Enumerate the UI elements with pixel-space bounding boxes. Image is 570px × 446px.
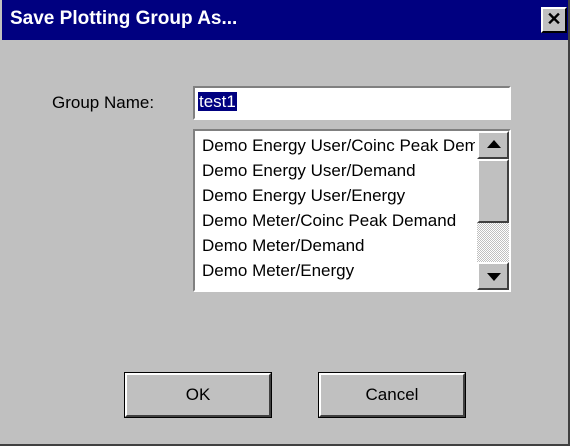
group-list: Demo Energy User/Coinc Peak Demand Demo …	[195, 133, 475, 290]
vertical-scrollbar[interactable]	[477, 131, 509, 290]
scroll-down-button[interactable]	[477, 262, 509, 290]
arrow-up-icon	[487, 140, 501, 148]
cancel-button[interactable]: Cancel	[319, 373, 465, 417]
scroll-thumb[interactable]	[477, 159, 509, 223]
list-item[interactable]: Demo Energy User/Demand	[195, 158, 475, 183]
group-name-input[interactable]: test1	[193, 86, 511, 120]
list-item[interactable]: Demo Meter/Coinc Peak Demand	[195, 208, 475, 233]
group-name-value: test1	[198, 92, 237, 111]
arrow-down-icon	[487, 273, 501, 281]
scroll-up-button[interactable]	[477, 131, 509, 159]
list-item[interactable]: Demo Meter/Demand	[195, 233, 475, 258]
save-plotting-group-dialog: Save Plotting Group As... ✕ Group Name: …	[0, 0, 570, 446]
ok-button[interactable]: OK	[125, 373, 271, 417]
list-item[interactable]: Demo Energy User/Coinc Peak Demand	[195, 133, 475, 158]
close-icon: ✕	[546, 9, 562, 29]
list-item[interactable]: Demo Meter/Energy	[195, 258, 475, 283]
list-item[interactable]: Demo Energy User/Energy	[195, 183, 475, 208]
close-button[interactable]: ✕	[541, 7, 567, 33]
dialog-title: Save Plotting Group As...	[10, 8, 238, 29]
group-name-label: Group Name:	[52, 93, 155, 112]
group-listbox[interactable]: Demo Energy User/Coinc Peak Demand Demo …	[193, 129, 511, 292]
title-bar[interactable]: Save Plotting Group As... ✕	[2, 0, 568, 40]
